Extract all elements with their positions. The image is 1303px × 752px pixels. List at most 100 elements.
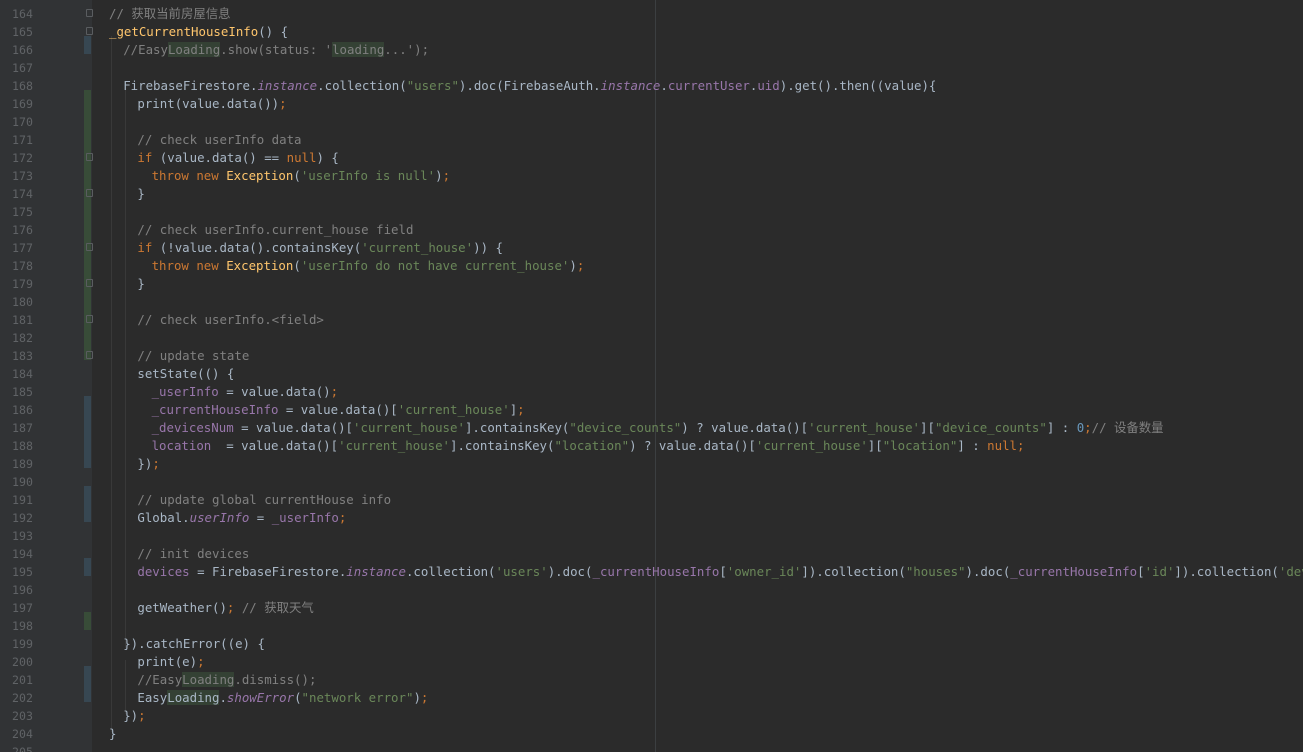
code-token: }) bbox=[137, 456, 153, 471]
fold-toggle-icon[interactable] bbox=[86, 153, 93, 161]
code-token: }) bbox=[123, 708, 139, 723]
code-token: 'users' bbox=[495, 564, 548, 579]
code-line[interactable]: 171 // check userInfo data bbox=[0, 131, 1303, 149]
code-token: (!value.data().containsKey( bbox=[159, 240, 362, 255]
code-token: // 设备数量 bbox=[1091, 420, 1164, 435]
code-token: if bbox=[137, 240, 160, 255]
code-token: null; bbox=[987, 438, 1025, 453]
code-text: //EasyLoading.show(status: 'loading...')… bbox=[123, 41, 429, 59]
code-line[interactable]: 187 _devicesNum = value.data()['current_h… bbox=[0, 419, 1303, 437]
code-text: FirebaseFirestore.instance.collection("u… bbox=[123, 77, 936, 95]
code-line[interactable]: 168 FirebaseFirestore.instance.collection… bbox=[0, 77, 1303, 95]
code-text: if (value.data() == null) { bbox=[137, 149, 338, 167]
code-token: print(value.data()) bbox=[137, 96, 280, 111]
fold-toggle-icon[interactable] bbox=[86, 9, 93, 17]
code-line[interactable]: 191 // update global currentHouse info bbox=[0, 491, 1303, 509]
code-text: if (!value.data().containsKey('current_h… bbox=[137, 239, 503, 257]
code-line[interactable]: 189}); bbox=[0, 455, 1303, 473]
code-token: ].containsKey( bbox=[464, 420, 570, 435]
line-number: 191 bbox=[12, 493, 33, 507]
code-line[interactable]: 178 throw new Exception('userInfo do not … bbox=[0, 257, 1303, 275]
code-token: = bbox=[249, 510, 272, 525]
code-line[interactable]: 200 print(e); bbox=[0, 653, 1303, 671]
code-line[interactable]: 202 EasyLoading.showError("network error"… bbox=[0, 689, 1303, 707]
code-text: _getCurrentHouseInfo() { bbox=[109, 23, 288, 41]
code-token: // 获取当前房屋信息 bbox=[109, 6, 231, 21]
code-line[interactable]: 183 // update state bbox=[0, 347, 1303, 365]
code-token: _currentHouseInfo bbox=[592, 564, 720, 579]
code-line[interactable]: 198 bbox=[0, 617, 1303, 635]
code-line[interactable]: 172 if (value.data() == null) { bbox=[0, 149, 1303, 167]
code-token: 'current_house' bbox=[808, 420, 921, 435]
line-number: 170 bbox=[12, 115, 33, 129]
code-line[interactable]: 190 bbox=[0, 473, 1303, 491]
code-line[interactable]: 195 devices = FirebaseFirestore.instance.… bbox=[0, 563, 1303, 581]
code-token: . bbox=[660, 78, 668, 93]
code-line[interactable]: 203}); bbox=[0, 707, 1303, 725]
code-line[interactable]: 204} bbox=[0, 725, 1303, 743]
code-token: devices bbox=[137, 564, 198, 579]
fold-toggle-icon[interactable] bbox=[86, 351, 93, 359]
code-token: "location" bbox=[554, 438, 630, 453]
code-line[interactable]: 182 bbox=[0, 329, 1303, 347]
fold-toggle-icon[interactable] bbox=[86, 189, 93, 197]
code-text: // check userInfo.<field> bbox=[137, 311, 324, 329]
code-line[interactable]: 188 location = value.data()['current_hous… bbox=[0, 437, 1303, 455]
code-line[interactable]: 164 // 获取当前房屋信息 bbox=[0, 5, 1303, 23]
code-token: () { bbox=[258, 24, 289, 39]
code-line[interactable]: 201 //EasyLoading.dismiss(); bbox=[0, 671, 1303, 689]
code-token: ; bbox=[338, 510, 347, 525]
fold-toggle-icon[interactable] bbox=[86, 243, 93, 251]
code-line[interactable]: 205 bbox=[0, 743, 1303, 752]
code-line[interactable]: 179} bbox=[0, 275, 1303, 293]
code-line[interactable]: 181 // check userInfo.<field> bbox=[0, 311, 1303, 329]
code-token: uid bbox=[757, 78, 780, 93]
code-token: 'owner_id' bbox=[726, 564, 802, 579]
code-line[interactable]: 170 bbox=[0, 113, 1303, 131]
fold-toggle-icon[interactable] bbox=[86, 279, 93, 287]
fold-toggle-icon[interactable] bbox=[86, 315, 93, 323]
code-line[interactable]: 174} bbox=[0, 185, 1303, 203]
code-line[interactable]: 173 throw new Exception('userInfo is null… bbox=[0, 167, 1303, 185]
code-line[interactable]: 176 // check userInfo.current_house field bbox=[0, 221, 1303, 239]
code-line[interactable]: 196 bbox=[0, 581, 1303, 599]
code-editor[interactable]: 164// 获取当前房屋信息 165 _getCurrentHouseInfo() … bbox=[0, 0, 1303, 752]
code-token: instance bbox=[257, 78, 318, 93]
code-line[interactable]: 166 //EasyLoading.show(status: 'loading..… bbox=[0, 41, 1303, 59]
code-line[interactable]: 199}).catchError((e) { bbox=[0, 635, 1303, 653]
line-number: 204 bbox=[12, 727, 33, 741]
line-number: 195 bbox=[12, 565, 33, 579]
code-line[interactable]: 169 print(value.data()); bbox=[0, 95, 1303, 113]
code-token: 'current_house' bbox=[397, 402, 510, 417]
code-line[interactable]: 175 bbox=[0, 203, 1303, 221]
line-number: 192 bbox=[12, 511, 33, 525]
code-token: ) { bbox=[316, 150, 339, 165]
code-token: Loading bbox=[167, 690, 220, 705]
code-token: ; bbox=[279, 96, 287, 111]
line-number: 203 bbox=[12, 709, 33, 723]
code-token: ; bbox=[330, 384, 339, 399]
code-line[interactable]: 193 bbox=[0, 527, 1303, 545]
line-number: 168 bbox=[12, 79, 33, 93]
code-token: // check userInfo data bbox=[137, 132, 302, 147]
code-line[interactable]: 184 setState(() { bbox=[0, 365, 1303, 383]
code-line[interactable]: 185 _userInfo = value.data(); bbox=[0, 383, 1303, 401]
code-text: print(e); bbox=[137, 653, 204, 671]
code-line[interactable]: 165 _getCurrentHouseInfo() { bbox=[0, 23, 1303, 41]
code-token: } bbox=[137, 186, 145, 201]
line-number: 167 bbox=[12, 61, 33, 75]
code-line[interactable]: 197 getWeather(); // 获取天气 bbox=[0, 599, 1303, 617]
line-number: 186 bbox=[12, 403, 33, 417]
code-line[interactable]: 194 // init devices bbox=[0, 545, 1303, 563]
code-token: 'current_house' bbox=[353, 420, 465, 435]
code-token: location bbox=[151, 438, 227, 453]
code-line[interactable]: 186 _currentHouseInfo = value.data()['cur… bbox=[0, 401, 1303, 419]
code-line[interactable]: 192 Global.userInfo = _userInfo; bbox=[0, 509, 1303, 527]
line-number: 179 bbox=[12, 277, 33, 291]
code-text: }).catchError((e) { bbox=[123, 635, 265, 653]
code-line[interactable]: 177 if (!value.data().containsKey('curren… bbox=[0, 239, 1303, 257]
code-line[interactable]: 167 bbox=[0, 59, 1303, 77]
line-number: 173 bbox=[12, 169, 33, 183]
code-line[interactable]: 180 bbox=[0, 293, 1303, 311]
fold-toggle-icon[interactable] bbox=[86, 27, 93, 35]
